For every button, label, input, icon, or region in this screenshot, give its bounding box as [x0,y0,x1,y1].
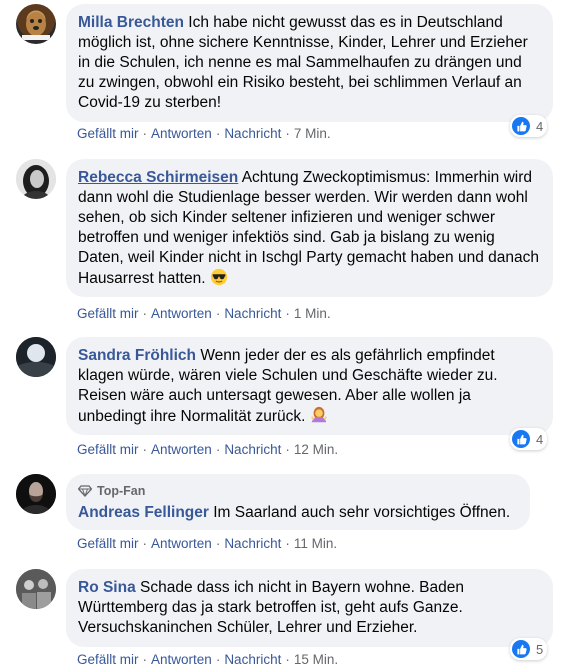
reaction-count-pill[interactable]: 4 [510,115,548,137]
comment-author[interactable]: Andreas Fellinger [78,504,209,521]
top-fan-label: Top-Fan [97,484,146,498]
avatar[interactable] [16,569,56,609]
reaction-count-pill[interactable]: 5 [510,638,548,660]
like-reaction-icon [512,430,530,448]
top-fan-badge: Top-Fan [78,481,518,501]
separator: · [215,536,221,551]
comment-bubble: Milla Brechten Ich habe nicht gewusst da… [66,4,553,122]
group-avatar-icon [16,569,56,609]
woman-shrugging-emoji-icon [310,406,327,423]
reaction-count-pill[interactable]: 4 [510,428,548,450]
reply-link[interactable]: Antworten [151,126,212,141]
like-reaction-icon [512,640,530,658]
comment-author[interactable]: Rebecca Schirmeisen [78,169,238,186]
comment-actions: Gefällt mir · Antworten · Nachricht · 15… [77,652,338,667]
comment-bubble: Sandra Fröhlich Wenn jeder der es als ge… [66,337,553,435]
comment-text: Schade dass ich nicht in Bayern wohne. B… [78,579,465,636]
dog-avatar-icon [22,12,50,40]
separator: · [285,306,290,321]
like-link[interactable]: Gefällt mir [77,536,139,551]
timestamp[interactable]: 11 Min. [294,536,337,551]
reaction-count: 4 [536,431,544,447]
reaction-count: 5 [536,641,544,657]
separator: · [142,306,148,321]
landscape-avatar-icon [16,337,56,377]
woman-avatar-icon [16,159,56,199]
comment-text: Achtung Zweckoptimismus: Immerhin wird d… [78,169,539,287]
comment-bubble: Top-Fan Andreas Fellinger Im Saarland au… [66,474,530,530]
separator: · [142,536,148,551]
message-link[interactable]: Nachricht [224,652,281,667]
comment-bubble: Ro Sina Schade dass ich nicht in Bayern … [66,569,553,647]
message-link[interactable]: Nachricht [224,306,281,321]
reply-link[interactable]: Antworten [151,306,212,321]
separator: · [285,536,290,551]
comment-actions: Gefällt mir · Antworten · Nachricht · 11… [77,536,337,551]
sunglasses-emoji-icon [210,268,227,286]
separator: · [215,306,221,321]
diamond-icon [78,485,92,497]
separator: · [142,126,148,141]
reply-link[interactable]: Antworten [151,652,212,667]
comment-text: Im Saarland auch sehr vorsichtiges Öffne… [213,504,511,521]
comment-bubble: Rebecca Schirmeisen Achtung Zweckoptimis… [66,159,553,297]
message-link[interactable]: Nachricht [224,442,281,457]
separator: · [142,652,148,667]
separator: · [285,126,290,141]
like-reaction-icon [512,117,530,135]
like-link[interactable]: Gefällt mir [77,306,139,321]
message-link[interactable]: Nachricht [224,536,281,551]
reply-link[interactable]: Antworten [151,536,212,551]
separator: · [215,126,221,141]
avatar[interactable] [16,474,56,514]
reaction-count: 4 [536,118,544,134]
avatar[interactable] [16,159,56,199]
comment-author[interactable]: Sandra Fröhlich [78,347,196,364]
separator: · [285,652,290,667]
timestamp[interactable]: 7 Min. [294,126,331,141]
comment-author[interactable]: Ro Sina [78,579,136,596]
comment-actions: Gefällt mir · Antworten · Nachricht · 1 … [77,306,331,321]
like-link[interactable]: Gefällt mir [77,442,139,457]
timestamp[interactable]: 1 Min. [294,306,331,321]
avatar[interactable] [16,4,56,44]
timestamp[interactable]: 15 Min. [294,652,338,667]
like-link[interactable]: Gefällt mir [77,126,139,141]
timestamp[interactable]: 12 Min. [294,442,338,457]
like-link[interactable]: Gefällt mir [77,652,139,667]
avatar[interactable] [16,337,56,377]
comment-author[interactable]: Milla Brechten [78,14,184,31]
separator: · [285,442,290,457]
man-avatar-icon [16,474,56,514]
separator: · [215,652,221,667]
separator: · [142,442,148,457]
comment-actions: Gefällt mir · Antworten · Nachricht · 7 … [77,126,331,141]
message-link[interactable]: Nachricht [224,126,281,141]
reply-link[interactable]: Antworten [151,442,212,457]
separator: · [215,442,221,457]
comment-actions: Gefällt mir · Antworten · Nachricht · 12… [77,442,338,457]
